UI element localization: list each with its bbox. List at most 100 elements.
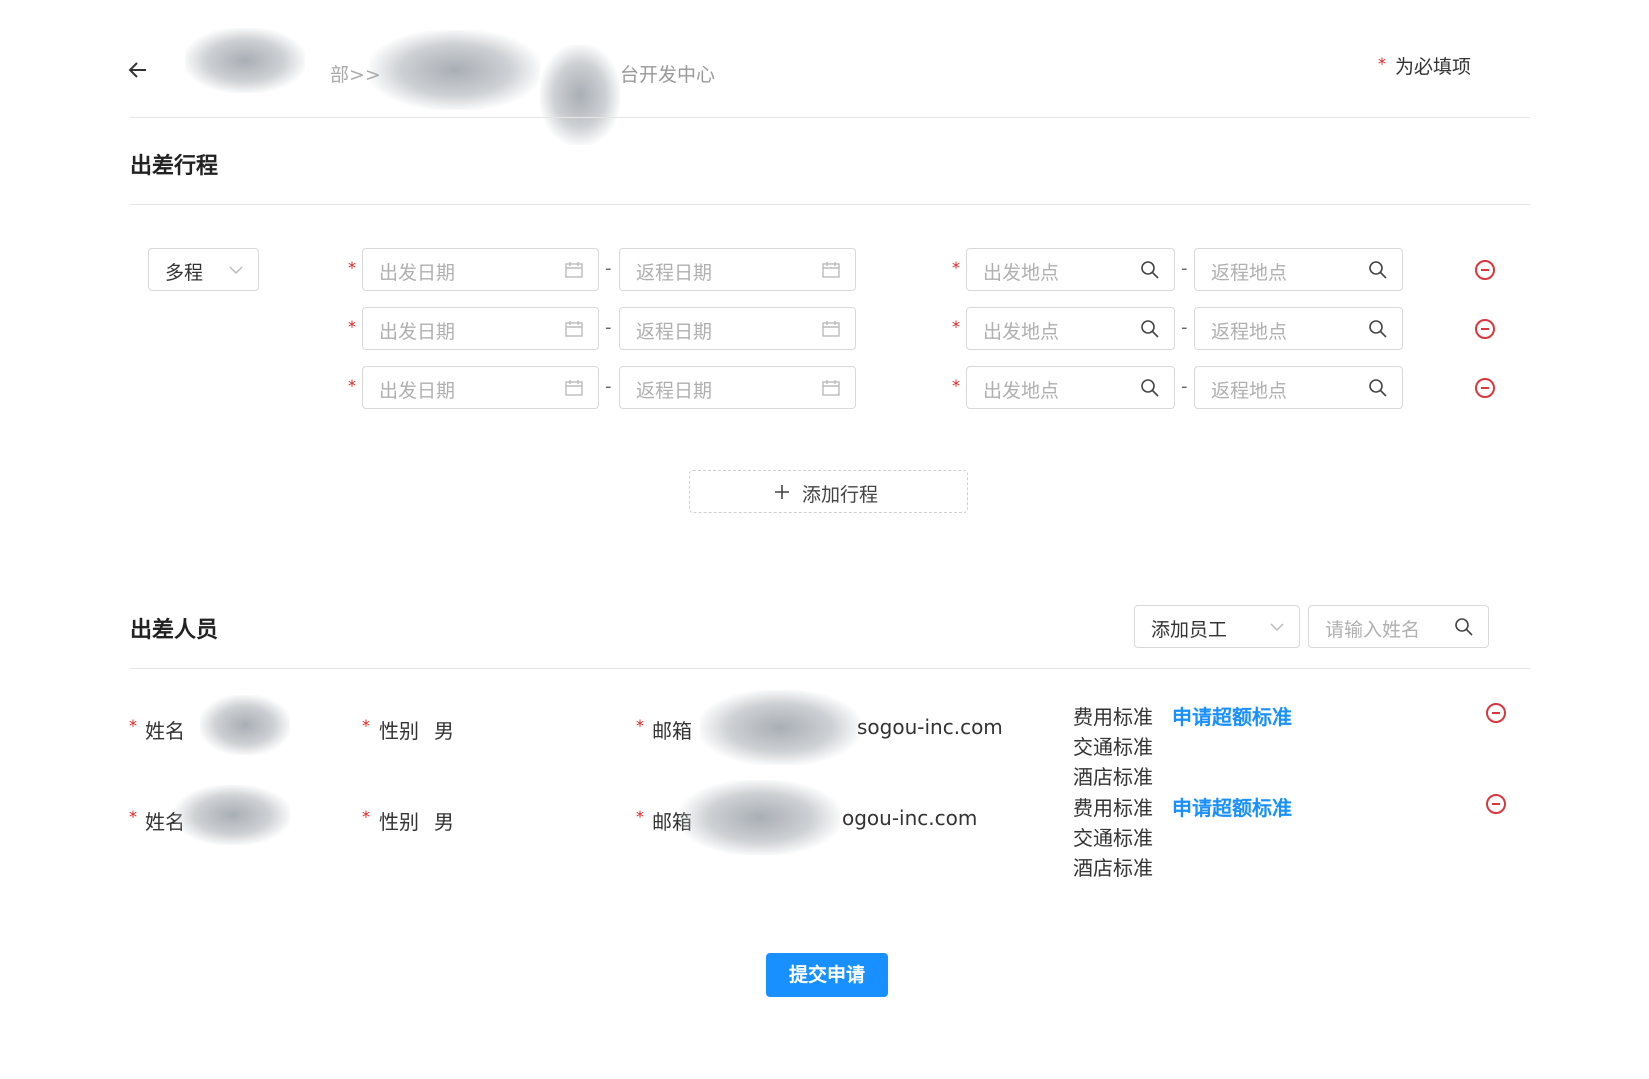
range-separator: - xyxy=(605,317,612,338)
trip-type-value: 多程 xyxy=(165,262,204,284)
return-date-placeholder: 返程日期 xyxy=(636,262,713,284)
add-employee-select[interactable]: 添加员工 xyxy=(1134,605,1300,648)
redacted-blur xyxy=(370,30,540,110)
from-location-placeholder: 出发地点 xyxy=(983,380,1060,402)
required-mark: * xyxy=(952,376,960,395)
depart-date-placeholder: 出发日期 xyxy=(379,262,456,284)
redacted-blur xyxy=(540,45,620,145)
required-mark: * xyxy=(129,716,137,735)
employee-search-input[interactable]: 请输入姓名 xyxy=(1308,605,1489,648)
required-mark: * xyxy=(636,807,644,826)
add-trip-label: 添加行程 xyxy=(802,484,879,506)
to-location-placeholder: 返程地点 xyxy=(1211,380,1288,402)
required-mark: * xyxy=(1378,54,1386,73)
required-mark: * xyxy=(348,258,356,277)
name-label: 姓名 xyxy=(145,719,185,743)
add-trip-button[interactable]: 添加行程 xyxy=(689,470,968,513)
from-location-placeholder: 出发地点 xyxy=(983,321,1060,343)
calendar-icon xyxy=(822,262,840,278)
to-location-input[interactable]: 返程地点 xyxy=(1194,366,1403,409)
expense-standard-label: 费用标准 xyxy=(1073,705,1153,729)
calendar-icon xyxy=(565,380,583,396)
to-location-placeholder: 返程地点 xyxy=(1211,321,1288,343)
required-mark: * xyxy=(348,376,356,395)
chevron-down-icon xyxy=(1270,623,1284,632)
divider xyxy=(130,668,1530,669)
required-mark: * xyxy=(362,807,370,826)
search-icon xyxy=(1141,320,1159,338)
gender-value: 男 xyxy=(434,810,454,834)
gender-label: 性别 xyxy=(379,719,419,743)
required-mark: * xyxy=(362,716,370,735)
redacted-email xyxy=(700,690,860,765)
breadcrumb-current: 台开发中心 xyxy=(620,64,716,86)
from-location-input[interactable]: 出发地点 xyxy=(966,248,1175,291)
back-arrow-icon[interactable] xyxy=(126,58,150,82)
return-date-picker[interactable]: 返程日期 xyxy=(619,248,856,291)
calendar-icon xyxy=(822,380,840,396)
search-icon xyxy=(1369,379,1387,397)
redacted-name xyxy=(200,695,290,755)
remove-person-icon[interactable] xyxy=(1486,794,1506,814)
range-separator: - xyxy=(1181,317,1188,338)
apply-over-standard-link[interactable]: 申请超额标准 xyxy=(1172,701,1292,730)
staff-section-title: 出差人员 xyxy=(130,618,219,643)
range-separator: - xyxy=(1181,258,1188,279)
remove-trip-icon[interactable] xyxy=(1475,319,1495,339)
from-location-input[interactable]: 出发地点 xyxy=(966,366,1175,409)
range-separator: - xyxy=(605,376,612,397)
add-employee-label: 添加员工 xyxy=(1151,619,1228,641)
remove-trip-icon[interactable] xyxy=(1475,378,1495,398)
divider xyxy=(130,117,1530,118)
gender-value: 男 xyxy=(434,719,454,743)
required-mark: * xyxy=(348,317,356,336)
transport-standard-label: 交通标准 xyxy=(1073,735,1153,759)
remove-trip-icon[interactable] xyxy=(1475,260,1495,280)
redacted-email xyxy=(680,780,840,855)
return-date-picker[interactable]: 返程日期 xyxy=(619,366,856,409)
transport-standard-label: 交通标准 xyxy=(1073,826,1153,850)
trip-type-select[interactable]: 多程 xyxy=(148,248,259,291)
depart-date-picker[interactable]: 出发日期 xyxy=(362,307,599,350)
remove-person-icon[interactable] xyxy=(1486,703,1506,723)
return-date-picker[interactable]: 返程日期 xyxy=(619,307,856,350)
search-icon xyxy=(1369,320,1387,338)
divider xyxy=(130,204,1530,205)
breadcrumb-part: 部>> xyxy=(330,64,381,86)
depart-date-placeholder: 出发日期 xyxy=(379,321,456,343)
range-separator: - xyxy=(605,258,612,279)
email-value: ogou-inc.com xyxy=(842,806,978,830)
return-date-placeholder: 返程日期 xyxy=(636,321,713,343)
from-location-input[interactable]: 出发地点 xyxy=(966,307,1175,350)
calendar-icon xyxy=(565,262,583,278)
submit-application-button[interactable]: 提交申请 xyxy=(766,953,888,997)
depart-date-placeholder: 出发日期 xyxy=(379,380,456,402)
email-label: 邮箱 xyxy=(652,719,692,743)
to-location-input[interactable]: 返程地点 xyxy=(1194,307,1403,350)
return-date-placeholder: 返程日期 xyxy=(636,380,713,402)
employee-search-placeholder: 请输入姓名 xyxy=(1325,619,1421,641)
search-icon xyxy=(1141,379,1159,397)
required-mark: * xyxy=(636,716,644,735)
apply-over-standard-link[interactable]: 申请超额标准 xyxy=(1172,792,1292,821)
plus-icon xyxy=(775,485,789,499)
gender-label: 性别 xyxy=(379,810,419,834)
required-note: 为必填项 xyxy=(1395,56,1472,78)
trip-section-title: 出差行程 xyxy=(130,154,219,179)
to-location-input[interactable]: 返程地点 xyxy=(1194,248,1403,291)
depart-date-picker[interactable]: 出发日期 xyxy=(362,248,599,291)
from-location-placeholder: 出发地点 xyxy=(983,262,1060,284)
range-separator: - xyxy=(1181,376,1188,397)
hotel-standard-label: 酒店标准 xyxy=(1073,765,1153,789)
hotel-standard-label: 酒店标准 xyxy=(1073,856,1153,880)
depart-date-picker[interactable]: 出发日期 xyxy=(362,366,599,409)
required-mark: * xyxy=(952,317,960,336)
search-icon xyxy=(1141,261,1159,279)
to-location-placeholder: 返程地点 xyxy=(1211,262,1288,284)
search-icon xyxy=(1455,618,1473,636)
expense-standard-label: 费用标准 xyxy=(1073,796,1153,820)
calendar-icon xyxy=(565,321,583,337)
required-mark: * xyxy=(129,807,137,826)
search-icon xyxy=(1369,261,1387,279)
redacted-blur xyxy=(185,28,305,93)
